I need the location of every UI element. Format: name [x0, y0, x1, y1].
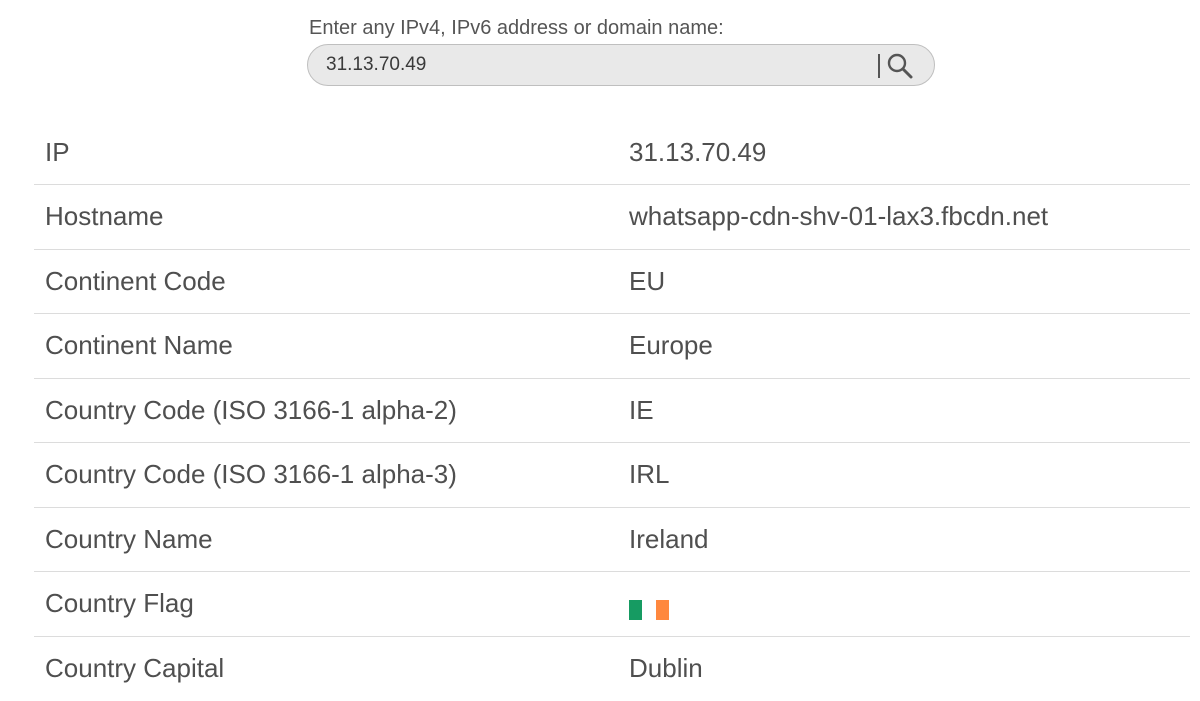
- row-label: Country Code (ISO 3166-1 alpha-3): [45, 459, 457, 490]
- row-value: Ireland: [629, 523, 709, 554]
- row-label: Country Flag: [45, 588, 194, 619]
- row-value: whatsapp-cdn-shv-01-lax3.fbcdn.net: [629, 201, 1049, 232]
- row-label: Continent Name: [45, 330, 233, 361]
- row-value: IRL: [629, 459, 670, 490]
- row-value: 31.13.70.49: [629, 136, 767, 167]
- row-label: IP: [45, 136, 70, 167]
- ip-info-table: IP 31.13.70.49 Hostname whatsapp-cdn-shv…: [34, 120, 1190, 701]
- search-label: Enter any IPv4, IPv6 address or domain n…: [309, 17, 724, 39]
- flag-orange-stripe: [656, 599, 669, 620]
- row-value: [617, 572, 1190, 637]
- table-row-continent-code: Continent Code EU: [34, 249, 1190, 314]
- table-row-country-code-alpha3: Country Code (ISO 3166-1 alpha-3) IRL: [34, 443, 1190, 507]
- search-button[interactable]: [884, 50, 916, 82]
- search-icon: [887, 53, 913, 79]
- text-cursor: [878, 54, 880, 78]
- search-input[interactable]: [326, 45, 846, 85]
- ireland-flag-icon: [629, 599, 669, 620]
- table-row-hostname: Hostname whatsapp-cdn-shv-01-lax3.fbcdn.…: [34, 185, 1190, 249]
- row-value: IE: [629, 394, 654, 425]
- row-label: Continent Code: [45, 265, 226, 296]
- search-box: [307, 44, 935, 86]
- flag-green-stripe: [629, 599, 642, 620]
- table-row-country-code-alpha2: Country Code (ISO 3166-1 alpha-2) IE: [34, 378, 1190, 443]
- table-row-country-capital: Country Capital Dublin: [34, 636, 1190, 701]
- table-row-ip: IP 31.13.70.49: [34, 120, 1190, 185]
- row-label: Country Capital: [45, 653, 225, 683]
- table-row-country-flag: Country Flag: [34, 572, 1190, 637]
- row-label: Country Name: [45, 523, 213, 554]
- row-label: Country Code (ISO 3166-1 alpha-2): [45, 394, 457, 425]
- row-value: Europe: [629, 330, 713, 361]
- table-row-continent-name: Continent Name Europe: [34, 314, 1190, 378]
- row-value: Dublin: [629, 653, 703, 683]
- row-label: Hostname: [45, 201, 164, 232]
- ip-lookup-search: Enter any IPv4, IPv6 address or domain n…: [307, 14, 935, 86]
- row-value: EU: [629, 265, 666, 296]
- table-row-country-name: Country Name Ireland: [34, 507, 1190, 572]
